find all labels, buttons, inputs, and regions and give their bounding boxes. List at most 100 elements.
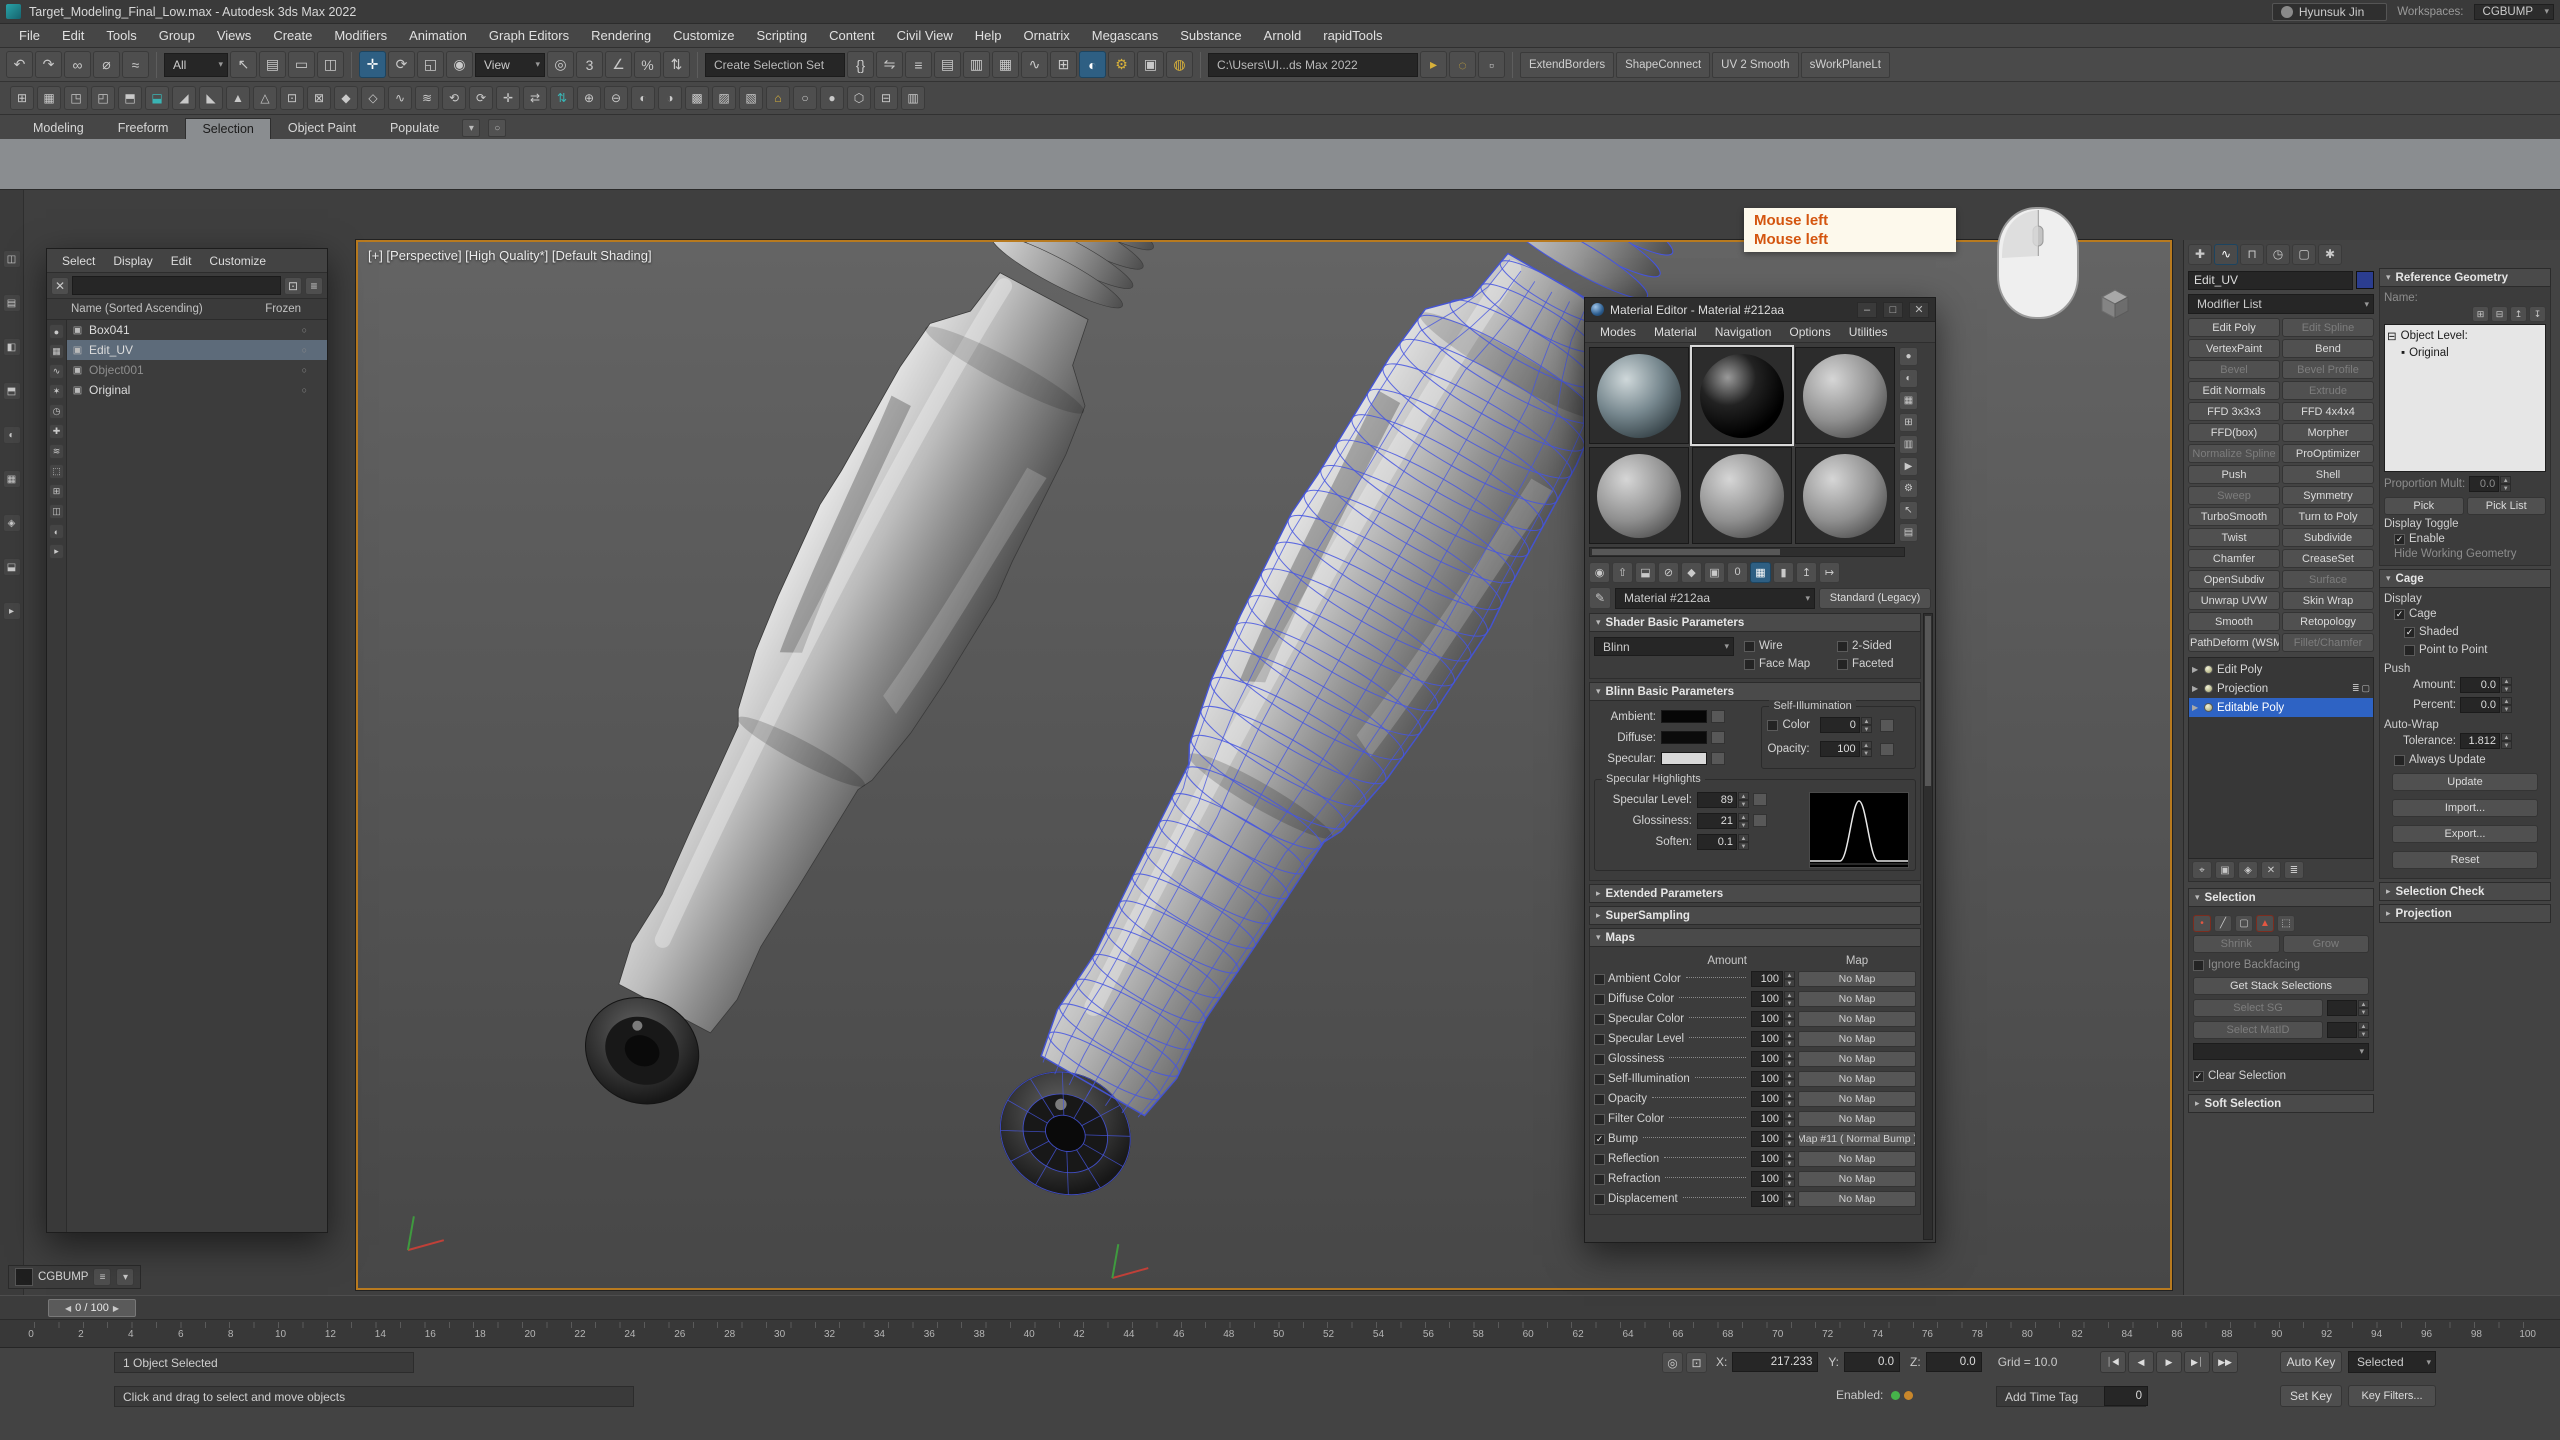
menu-item[interactable]: Megascans <box>1081 25 1169 46</box>
spinner-snap-icon[interactable]: ⇅ <box>663 51 690 78</box>
modifier-button[interactable]: Sweep <box>2188 486 2280 505</box>
sample-type-icon[interactable]: ● <box>1899 347 1918 366</box>
undo-icon[interactable]: ↶ <box>6 51 33 78</box>
map-enable-checkbox[interactable] <box>1594 1014 1605 1025</box>
modeling-tool-icon[interactable]: ✛ <box>496 86 520 110</box>
modeling-tool-icon[interactable]: ≋ <box>415 86 439 110</box>
push-amount-field[interactable]: 0.0 <box>2460 677 2500 693</box>
menu-item[interactable]: Help <box>964 25 1013 46</box>
time-slider[interactable]: ◀ 0 / 100 ▶ <box>0 1295 2560 1320</box>
modifier-button[interactable]: Twist <box>2188 528 2280 547</box>
hierarchy-tab-icon[interactable]: ⊓ <box>2240 244 2264 265</box>
add-reference-icon[interactable]: ⊞ <box>2472 306 2489 322</box>
map-amount-field[interactable]: 100 <box>1751 1051 1783 1067</box>
modifier-button[interactable]: Morpher <box>2282 423 2374 442</box>
modeling-tool-icon[interactable]: △ <box>253 86 277 110</box>
modeling-tool-icon[interactable]: ⊡ <box>280 86 304 110</box>
menu-item[interactable]: Scripting <box>746 25 819 46</box>
close-window-icon[interactable]: ✕ <box>1909 302 1929 318</box>
grow-button[interactable]: Grow <box>2283 935 2370 953</box>
bind-to-space-warp-icon[interactable]: ≈ <box>122 51 149 78</box>
modeling-tool-icon[interactable]: ⊞ <box>10 86 34 110</box>
specular-level-map-button[interactable] <box>1753 793 1767 806</box>
selection-check-rollout-header[interactable]: ▸Selection Check <box>2379 882 2551 901</box>
frozen-toggle-icon[interactable]: ○ <box>302 345 307 355</box>
remove-modifier-icon[interactable]: ✕ <box>2261 861 2281 879</box>
key-set-dropdown[interactable]: Selected <box>2348 1351 2436 1373</box>
toggle-ribbon-icon[interactable]: ▦ <box>992 51 1019 78</box>
show-end-result-icon[interactable]: ▮ <box>1773 562 1794 583</box>
y-coordinate-field[interactable]: 0.0 <box>1844 1352 1900 1372</box>
rectangular-selection-icon[interactable]: ▭ <box>288 51 315 78</box>
left-dock-icon[interactable]: ◈ <box>3 514 21 532</box>
key-filters-button[interactable]: Key Filters... <box>2348 1385 2436 1407</box>
maps-rollout-header[interactable]: ▾Maps <box>1589 928 1921 947</box>
modifier-button[interactable]: Turn to Poly <box>2282 507 2374 526</box>
modifier-button[interactable]: Bevel <box>2188 360 2280 379</box>
always-update-checkbox[interactable]: Always Update <box>2384 751 2546 769</box>
material-name-dropdown[interactable]: Material #212aa <box>1615 588 1815 609</box>
spinner-arrows[interactable]: ▲▼ <box>1738 813 1749 829</box>
expand-arrow-icon[interactable]: ▶ <box>2192 665 2200 674</box>
modeling-tool-icon[interactable]: ◣ <box>199 86 223 110</box>
map-enable-checkbox[interactable] <box>1594 1094 1605 1105</box>
go-to-end-icon[interactable]: ▶▶ <box>2212 1351 2238 1373</box>
material-sample-slot[interactable] <box>1589 447 1689 544</box>
modeling-tool-icon[interactable]: ▧ <box>739 86 763 110</box>
menu-item[interactable]: Create <box>262 25 323 46</box>
material-sample-slot[interactable] <box>1795 447 1895 544</box>
display-filter-icon[interactable]: ▸ <box>49 544 64 559</box>
selection-rollout-header[interactable]: ▾Selection <box>2188 888 2374 907</box>
spinner-arrows[interactable]: ▲▼ <box>1861 741 1872 757</box>
z-coordinate-field[interactable]: 0.0 <box>1926 1352 1982 1372</box>
material-sample-slot[interactable] <box>1692 447 1792 544</box>
material-editor-menu-item[interactable]: Utilities <box>1840 323 1897 341</box>
map-amount-field[interactable]: 100 <box>1751 1031 1783 1047</box>
reset-button[interactable]: Reset <box>2392 851 2538 869</box>
spinner-arrows[interactable]: ▲▼ <box>1784 971 1795 987</box>
map-enable-checkbox[interactable] <box>1594 974 1605 985</box>
modifier-button[interactable]: Retopology <box>2282 612 2374 631</box>
render-production-icon[interactable]: ◍ <box>1166 51 1193 78</box>
modeling-tool-icon[interactable]: ⊕ <box>577 86 601 110</box>
redo-icon[interactable]: ↷ <box>35 51 62 78</box>
reference-tree-row[interactable]: ▪Original <box>2387 344 2543 361</box>
display-filter-icon[interactable]: ∿ <box>49 364 64 379</box>
modeling-tool-icon[interactable]: ○ <box>793 86 817 110</box>
object-color-swatch[interactable] <box>2356 271 2374 289</box>
select-and-move-icon[interactable]: ✛ <box>359 51 386 78</box>
frozen-column-header[interactable]: Frozen <box>265 303 301 315</box>
move-up-icon[interactable]: ↥ <box>2510 306 2527 322</box>
point-to-point-checkbox[interactable]: Point to Point <box>2384 641 2546 659</box>
selection-lock-toggle-icon[interactable]: ⊡ <box>1686 1352 1707 1373</box>
modeling-tool-icon[interactable]: ▩ <box>685 86 709 110</box>
frozen-toggle-icon[interactable]: ○ <box>302 385 307 395</box>
modeling-tool-icon[interactable]: ◑ <box>658 86 682 110</box>
move-down-icon[interactable]: ↧ <box>2529 306 2546 322</box>
select-by-material-icon[interactable]: ↖ <box>1899 501 1918 520</box>
workspace-dropdown[interactable]: CGBUMP <box>2474 4 2554 20</box>
reference-coordinate-dropdown[interactable]: View <box>475 53 545 77</box>
unlink-selection-icon[interactable]: ⌀ <box>93 51 120 78</box>
reference-geometry-list[interactable]: ⊟Object Level:▪Original <box>2384 324 2546 472</box>
spinner-arrows[interactable]: ▲▼ <box>1784 991 1795 1007</box>
map-slot-button[interactable]: No Map <box>1798 1091 1916 1107</box>
object-name-field[interactable]: Edit_UV <box>2188 271 2353 290</box>
menu-item[interactable]: File <box>8 25 51 46</box>
lock-explorer-icon[interactable]: ⊡ <box>284 277 302 295</box>
map-slot-button[interactable]: No Map <box>1798 1071 1916 1087</box>
menu-item[interactable]: Tools <box>95 25 147 46</box>
modifier-button[interactable]: FFD 3x3x3 <box>2188 402 2280 421</box>
left-dock-icon[interactable]: ◧ <box>3 338 21 356</box>
menu-item[interactable]: Customize <box>662 25 745 46</box>
align-icon[interactable]: ≡ <box>905 51 932 78</box>
select-and-rotate-icon[interactable]: ⟳ <box>388 51 415 78</box>
left-dock-icon[interactable]: ◫ <box>3 250 21 268</box>
ribbon-tab[interactable]: Modeling <box>16 117 101 139</box>
material-sample-slot[interactable] <box>1692 347 1792 444</box>
utilities-tab-icon[interactable]: ✱ <box>2318 244 2342 265</box>
material-editor-menu-item[interactable]: Modes <box>1591 323 1645 341</box>
remove-reference-icon[interactable]: ⊟ <box>2491 306 2508 322</box>
extended-parameters-rollout-header[interactable]: ▸Extended Parameters <box>1589 884 1921 903</box>
name-column-header[interactable]: Name (Sorted Ascending) <box>71 303 203 315</box>
